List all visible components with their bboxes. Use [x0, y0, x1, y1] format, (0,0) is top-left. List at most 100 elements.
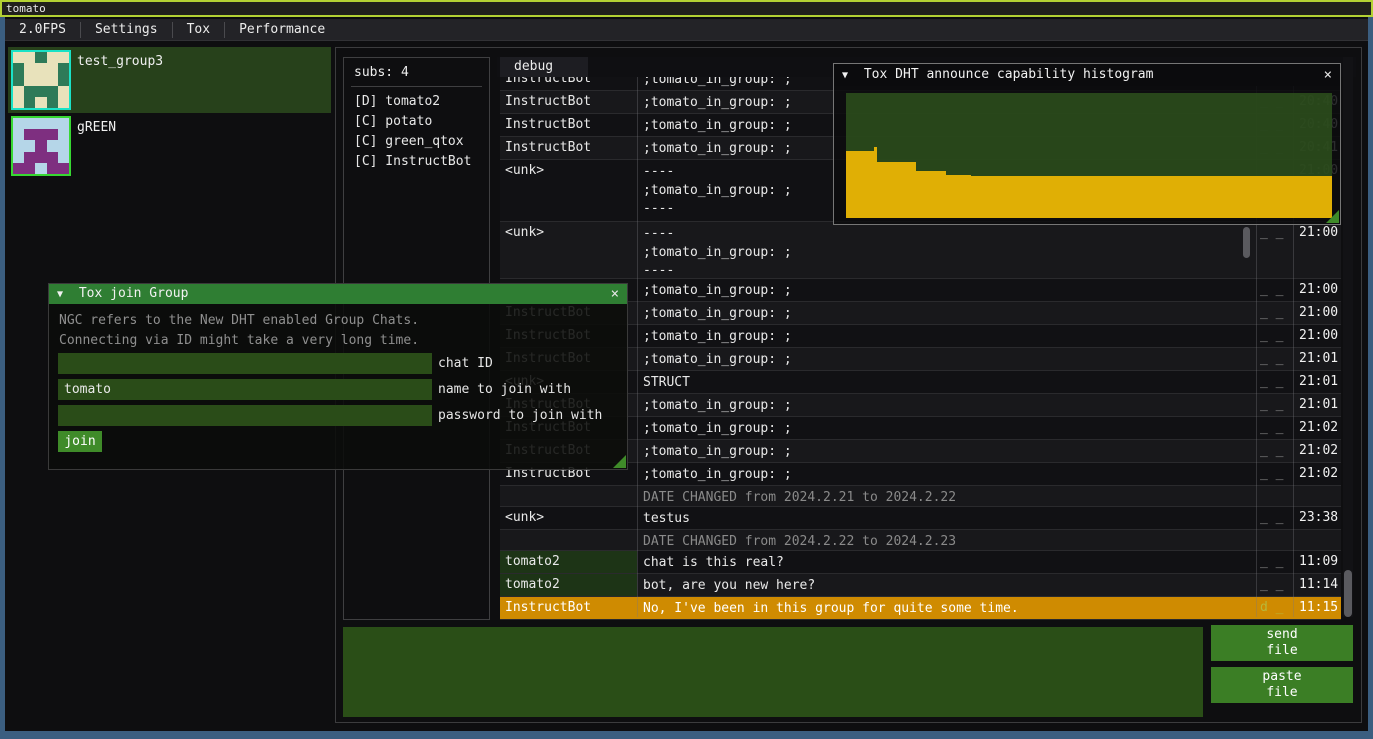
- sender-name: InstructBot: [505, 600, 635, 615]
- menu-performance[interactable]: Performance: [225, 19, 339, 41]
- resize-grip[interactable]: [613, 455, 626, 468]
- message-text: chat is this real?: [643, 554, 1251, 573]
- column-divider: [637, 57, 638, 617]
- timestamp: 21:02: [1299, 443, 1341, 458]
- group-name: gREEN: [77, 120, 116, 135]
- name-to-join-with-input[interactable]: [58, 379, 432, 400]
- close-icon[interactable]: ×: [1324, 64, 1332, 86]
- delivery-status: d _: [1260, 600, 1292, 615]
- dialog-description: NGC refers to the New DHT enabled Group …: [59, 313, 419, 328]
- sender-name: <unk>: [505, 225, 635, 240]
- delivery-status: _ _: [1260, 420, 1292, 435]
- sub-member[interactable]: [D] tomato2: [354, 92, 440, 112]
- sender-name: <unk>: [505, 163, 635, 178]
- group-avatar: [11, 50, 71, 110]
- sender-name: InstructBot: [505, 140, 635, 155]
- collapse-arrow-icon[interactable]: ▼: [842, 65, 848, 87]
- timestamp: 21:01: [1299, 374, 1341, 389]
- delivery-status: _ _: [1260, 510, 1292, 525]
- message-text: testus: [643, 510, 1251, 529]
- delivery-status: _ _: [1260, 225, 1292, 240]
- dialog-description: Connecting via ID might take a very long…: [59, 333, 419, 348]
- delivery-status: _ _: [1260, 554, 1292, 569]
- scrollbar-thumb[interactable]: [1344, 570, 1352, 617]
- histogram-window: ▼ Tox DHT announce capability histogram …: [833, 63, 1341, 225]
- histogram-window-title: Tox DHT announce capability histogram: [864, 67, 1154, 82]
- group-avatar: [11, 116, 71, 176]
- sender-name: <unk>: [505, 510, 635, 525]
- timestamp: 11:14: [1299, 577, 1341, 592]
- field-label: chat ID: [438, 353, 493, 374]
- date-changed-row[interactable]: DATE CHANGED from 2024.2.22 to 2024.2.23: [500, 530, 1341, 551]
- join-dialog-titlebar[interactable]: ▼ Tox join Group ×: [49, 284, 627, 304]
- message-text: ---- ;tomato_in_group: ; ----: [643, 225, 1251, 281]
- inner-scrollbar-thumb[interactable]: [1243, 227, 1250, 258]
- menu-settings[interactable]: Settings: [81, 19, 172, 41]
- window-titlebar[interactable]: tomato: [0, 0, 1373, 17]
- window-border-left: [0, 17, 5, 739]
- message-text: ;tomato_in_group: ;: [643, 282, 1251, 301]
- chat-scrollbar[interactable]: [1343, 57, 1353, 617]
- group-item-test_group3[interactable]: test_group3: [8, 47, 331, 113]
- timestamp: 21:02: [1299, 420, 1341, 435]
- delivery-status: _ _: [1260, 397, 1292, 412]
- message-text: ;tomato_in_group: ;: [643, 397, 1251, 416]
- delivery-status: _ _: [1260, 305, 1292, 320]
- subs-count-label: subs: 4: [354, 65, 409, 80]
- message-text: ;tomato_in_group: ;: [643, 351, 1251, 370]
- timestamp: 21:00: [1299, 282, 1341, 297]
- sender-name: tomato2: [505, 577, 635, 592]
- message-input-area: [343, 627, 1203, 717]
- timestamp: 21:00: [1299, 225, 1341, 240]
- delivery-status: _ _: [1260, 577, 1292, 592]
- delivery-status: _ _: [1260, 282, 1292, 297]
- message-row[interactable]: tomato2chat is this real?_ _11:09: [500, 551, 1341, 574]
- message-row[interactable]: <unk> ---- ;tomato_in_group: ; ---- _ _ 21:…: [500, 222, 1341, 279]
- separator: [351, 86, 482, 87]
- sub-member[interactable]: [C] InstructBot: [354, 152, 471, 172]
- message-text: DATE CHANGED from 2024.2.22 to 2024.2.23: [643, 533, 1251, 552]
- histogram-plot: [846, 93, 1332, 218]
- group-item-gREEN[interactable]: gREEN: [8, 113, 331, 179]
- histogram-window-titlebar[interactable]: ▼ Tox DHT announce capability histogram …: [834, 64, 1340, 86]
- timestamp: 23:38: [1299, 510, 1341, 525]
- delivery-status: _ _: [1260, 351, 1292, 366]
- timestamp: 21:01: [1299, 397, 1341, 412]
- message-row[interactable]: InstructBot No, I've been in this group f…: [500, 597, 1341, 620]
- window-title: tomato: [6, 2, 46, 15]
- paste-file-button[interactable]: paste file: [1211, 667, 1353, 703]
- message-text: DATE CHANGED from 2024.2.21 to 2024.2.22: [643, 489, 1251, 508]
- chat-ID-input[interactable]: [58, 353, 432, 374]
- window-border-bottom: [0, 731, 1373, 739]
- field-label: name to join with: [438, 379, 571, 400]
- resize-grip[interactable]: [1326, 210, 1339, 223]
- message-row[interactable]: tomato2 bot, are you new here? _ _ 11:14: [500, 574, 1341, 597]
- group-name: test_group3: [77, 54, 163, 69]
- sender-name: InstructBot: [505, 94, 635, 109]
- message-text: No, I've been in this group for quite so…: [643, 600, 1251, 619]
- sub-member[interactable]: [C] potato: [354, 112, 432, 132]
- menu-bar: 2.0FPSSettingsToxPerformance: [5, 19, 1368, 41]
- message-input[interactable]: [343, 627, 1203, 717]
- timestamp: 21:02: [1299, 466, 1341, 481]
- message-text: STRUCT: [643, 374, 1251, 393]
- close-icon[interactable]: ×: [611, 284, 619, 304]
- message-text: ;tomato_in_group: ;: [643, 328, 1251, 347]
- message-text: ;tomato_in_group: ;: [643, 466, 1251, 485]
- menu-tox[interactable]: Tox: [173, 19, 224, 41]
- message-text: ;tomato_in_group: ;: [643, 420, 1251, 439]
- join-button[interactable]: join: [58, 431, 102, 452]
- date-changed-row[interactable]: DATE CHANGED from 2024.2.21 to 2024.2.22: [500, 486, 1341, 507]
- field-label: password to join with: [438, 405, 602, 426]
- message-text: bot, are you new here?: [643, 577, 1251, 596]
- message-row[interactable]: <unk> testus _ _ 23:38: [500, 507, 1341, 530]
- sender-name: InstructBot: [505, 117, 635, 132]
- sub-member[interactable]: [C] green_qtox: [354, 132, 464, 152]
- send-file-button[interactable]: send file: [1211, 625, 1353, 661]
- collapse-arrow-icon[interactable]: ▼: [57, 285, 63, 305]
- tab-debug[interactable]: debug: [500, 57, 588, 77]
- delivery-status: _ _: [1260, 328, 1292, 343]
- join-dialog-title: Tox join Group: [79, 286, 189, 301]
- delivery-status: _ _: [1260, 466, 1292, 481]
- password-to-join-with-input[interactable]: [58, 405, 432, 426]
